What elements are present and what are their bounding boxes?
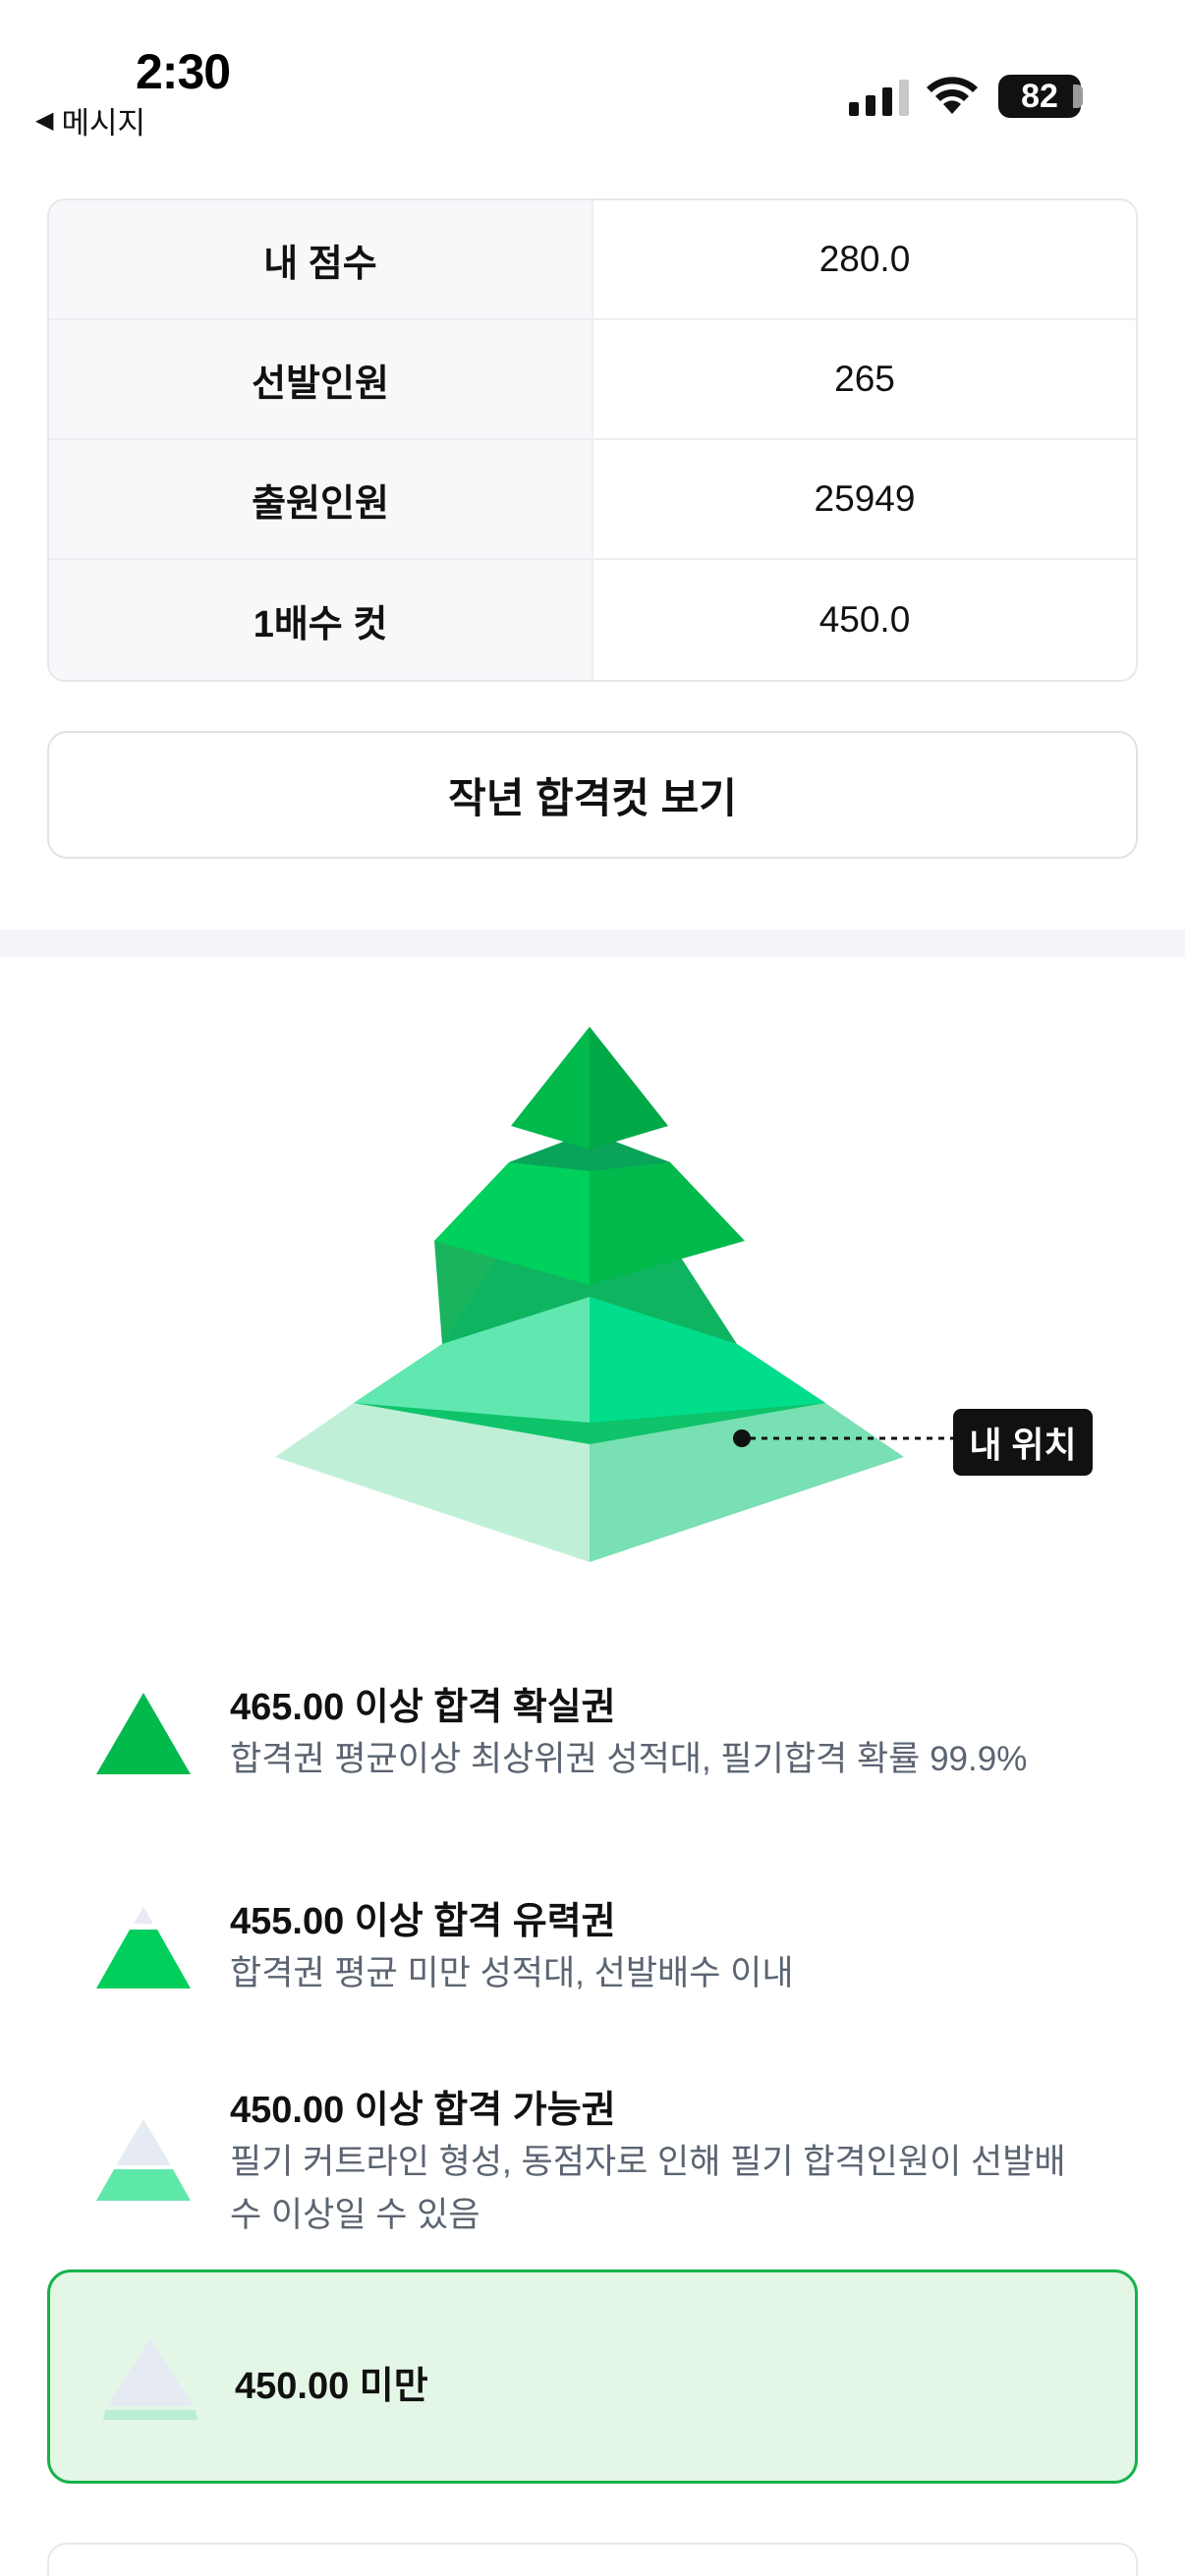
legend-item-certain: 465.00 이상 합격 확실권 합격권 평균이상 최상위권 성적대, 필기합격… [0,1670,1185,1818]
table-row: 출원인원 25949 [49,440,1136,560]
legend-item-below-cutoff-highlighted: 450.00 미만 [47,2269,1138,2484]
pyramid-tier-1-icon [96,1693,191,1774]
pyramid-tier-4-icon [103,2338,198,2420]
my-position-dot [733,1429,751,1447]
next-card [47,2543,1138,2576]
score-summary-table: 내 점수 280.0 선발인원 265 출원인원 25949 1배수 컷 450… [47,198,1138,682]
legend-title: 450.00 이상 합격 가능권 [230,2090,616,2131]
row-label: 내 점수 [49,200,593,318]
table-row: 선발인원 265 [49,320,1136,440]
table-row: 내 점수 280.0 [49,200,1136,320]
legend-description: 합격권 평균이상 최상위권 성적대, 필기합격 확률 99.9% [230,1740,1028,1778]
legend-description: 필기 커트라인 형성, 동점자로 인해 필기 합격인원이 선발배수 이상일 수 … [230,2143,1066,2234]
last-year-cutoff-button[interactable]: 작년 합격컷 보기 [47,731,1138,859]
row-value: 25949 [814,478,916,519]
rank-pyramid-graphic [275,1027,953,1562]
legend-title: 455.00 이상 합격 유력권 [230,1901,616,1942]
legend-item-possible: 450.00 이상 합격 가능권 필기 커트라인 형성, 동점자로 인해 필기 … [0,2073,1185,2240]
legend-item-likely: 455.00 이상 합격 유력권 합격권 평균 미만 성적대, 선발배수 이내 [0,1884,1185,2032]
back-label: 메시지 [61,106,146,140]
my-position-label: 내 위치 [953,1409,1093,1476]
back-to-messages-button[interactable]: ◀ 메시지 [35,98,145,142]
wifi-icon [927,77,978,114]
cellular-signal-icon [849,79,909,116]
table-row: 1배수 컷 450.0 [49,560,1136,680]
legend-title: 450.00 미만 [235,2366,428,2407]
pyramid-tier-2-icon [96,1907,191,1988]
battery-cap [1073,84,1083,108]
row-label: 1배수 컷 [49,560,593,680]
row-value: 450.0 [818,599,911,640]
status-bar: 2:30 ◀ 메시지 82 [0,0,1185,147]
row-label: 선발인원 [49,320,593,438]
battery-icon: 82 [998,75,1081,118]
clock: 2:30 [136,44,231,99]
legend-title: 465.00 이상 합격 확실권 [230,1687,616,1728]
section-divider [0,929,1185,957]
back-arrow-icon: ◀ [35,107,54,134]
legend-description: 합격권 평균 미만 성적대, 선발배수 이내 [230,1954,794,1992]
row-value: 280.0 [818,239,911,279]
row-label: 출원인원 [49,440,593,558]
pyramid-tier-3-icon [96,2119,191,2201]
row-value: 265 [834,359,895,399]
